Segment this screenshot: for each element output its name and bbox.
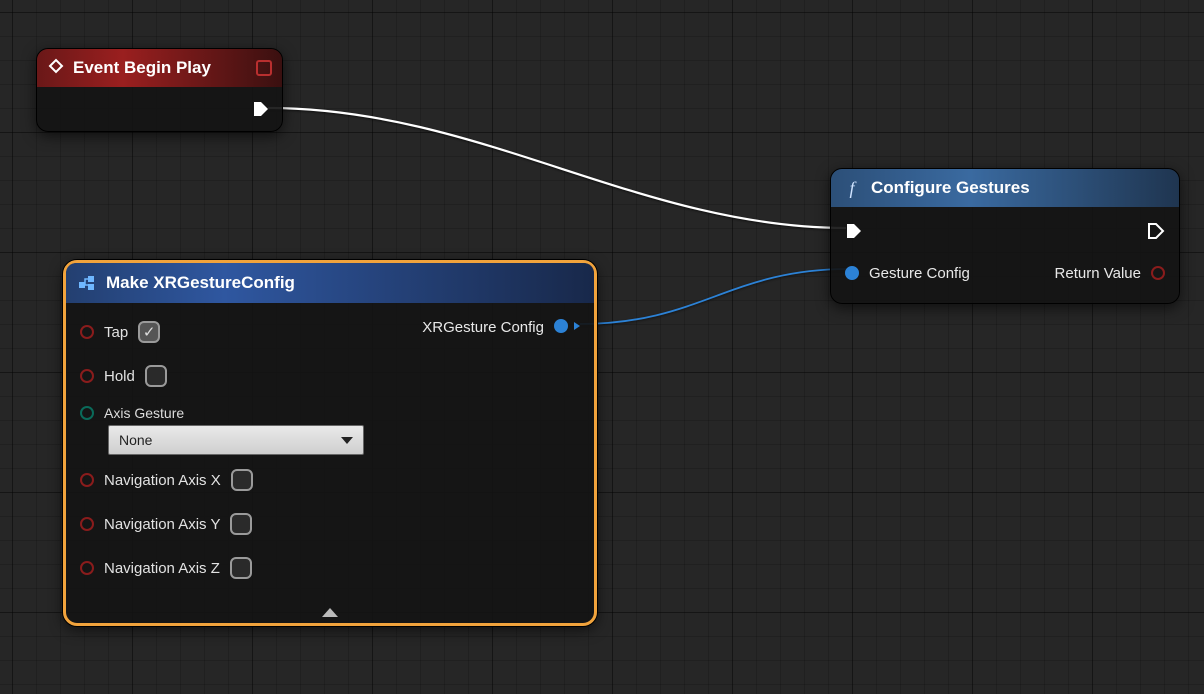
node-configure-gestures[interactable]: f Configure Gestures Gesture Config Retu…	[830, 168, 1180, 304]
return-value-out-pin[interactable]	[1151, 266, 1165, 280]
node-header[interactable]: Event Begin Play	[37, 49, 282, 87]
delegate-pin[interactable]	[256, 60, 272, 76]
exec-in-pin[interactable]	[845, 222, 863, 240]
event-icon	[47, 57, 65, 79]
pin-label: XRGesture Config	[422, 319, 544, 336]
dropdown-value: None	[119, 432, 152, 448]
gesture-config-in-pin[interactable]	[845, 266, 859, 280]
param-label: Hold	[104, 368, 135, 385]
node-event-begin-play[interactable]: Event Begin Play	[36, 48, 283, 132]
node-body: Gesture Config Return Value	[831, 207, 1179, 303]
node-header[interactable]: Make XRGestureConfig	[66, 263, 594, 303]
nav-y-checkbox[interactable]	[230, 513, 252, 535]
node-header[interactable]: f Configure Gestures	[831, 169, 1179, 207]
param-label: Tap	[104, 324, 128, 341]
nav-z-in-pin[interactable]	[80, 561, 94, 575]
nav-y-in-pin[interactable]	[80, 517, 94, 531]
param-label: Navigation Axis X	[104, 472, 221, 489]
param-row-axis-gesture: Axis Gesture None	[80, 401, 412, 455]
hold-checkbox[interactable]	[145, 365, 167, 387]
nav-x-checkbox[interactable]	[231, 469, 253, 491]
param-row-nav-x: Navigation Axis X	[80, 461, 412, 499]
exec-out-pin[interactable]	[252, 100, 270, 118]
axis-gesture-in-pin[interactable]	[80, 406, 94, 420]
make-struct-icon	[78, 274, 96, 292]
param-row-nav-z: Navigation Axis Z	[80, 549, 412, 587]
param-row-hold: Hold	[80, 357, 412, 395]
expand-node-button[interactable]	[322, 608, 338, 617]
node-title: Event Begin Play	[73, 58, 248, 78]
tap-in-pin[interactable]	[80, 325, 94, 339]
param-label: Navigation Axis Y	[104, 516, 220, 533]
function-icon: f	[843, 178, 861, 199]
axis-gesture-dropdown[interactable]: None	[108, 425, 364, 455]
node-body: Tap ✓ Hold Axis Gesture None	[66, 303, 594, 623]
node-make-xrgestureconfig[interactable]: Make XRGestureConfig Tap ✓ Hold Axis Ges…	[63, 260, 597, 626]
nav-z-checkbox[interactable]	[230, 557, 252, 579]
pin-label: Return Value	[1055, 265, 1141, 282]
node-body	[37, 87, 282, 131]
tap-checkbox[interactable]: ✓	[138, 321, 160, 343]
hold-in-pin[interactable]	[80, 369, 94, 383]
node-title: Make XRGestureConfig	[106, 273, 295, 293]
param-row-nav-y: Navigation Axis Y	[80, 505, 412, 543]
param-label: Navigation Axis Z	[104, 560, 220, 577]
pin-arrow-icon	[574, 322, 580, 330]
nav-x-in-pin[interactable]	[80, 473, 94, 487]
chevron-down-icon	[341, 437, 353, 444]
xrgesture-config-out-pin[interactable]	[554, 319, 568, 333]
pin-label: Gesture Config	[869, 265, 970, 282]
node-title: Configure Gestures	[871, 178, 1030, 198]
exec-out-pin[interactable]	[1147, 222, 1165, 240]
param-label: Axis Gesture	[104, 405, 184, 421]
param-row-tap: Tap ✓	[80, 313, 412, 351]
